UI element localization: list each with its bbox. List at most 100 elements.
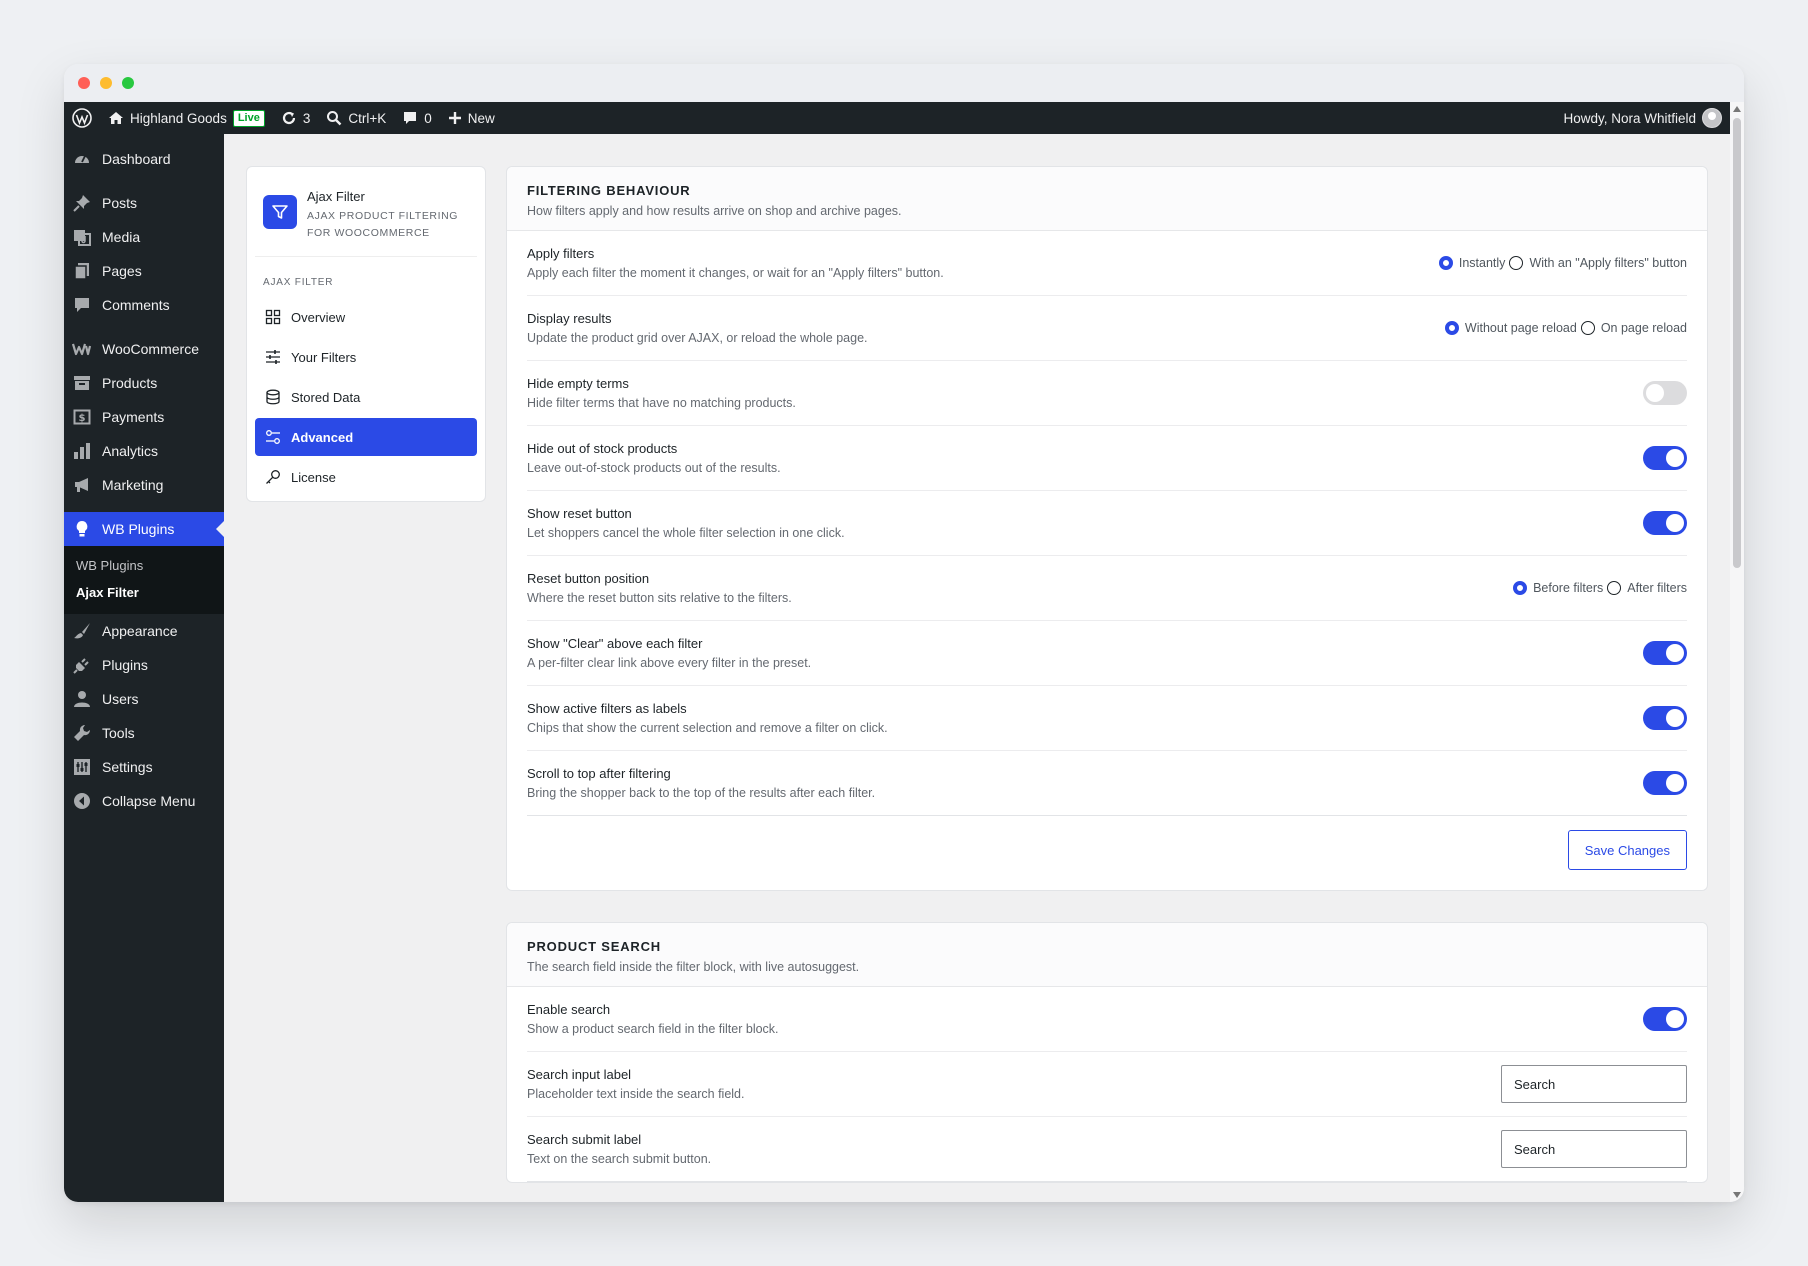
setting-show-reset-button: Show reset button Let shoppers cancel th… (527, 491, 1687, 556)
menu-appearance[interactable]: Appearance (64, 614, 224, 648)
page-scrollbar[interactable] (1730, 102, 1744, 1202)
nav-your-filters[interactable]: Your Filters (255, 338, 477, 376)
nav-license[interactable]: License (255, 458, 477, 496)
comments-count: 0 (424, 110, 432, 126)
wordpress-logo-icon[interactable] (64, 102, 100, 134)
active-filter-labels-toggle[interactable] (1643, 706, 1687, 730)
setting-search-submit-label: Search submit label Text on the search s… (527, 1117, 1687, 1182)
updates-count: 3 (302, 110, 311, 126)
display-results-radio-group: Without page reload On page reload (1444, 321, 1687, 335)
svg-text:$: $ (79, 413, 86, 424)
radio-instantly[interactable]: Instantly (1438, 256, 1505, 270)
search-card-desc: The search field inside the filter block… (527, 960, 860, 974)
hide-empty-terms-toggle[interactable] (1643, 381, 1687, 405)
updates-link[interactable]: 3 (273, 102, 319, 134)
nav-stored-data[interactable]: Stored Data (255, 378, 477, 416)
scroll-down-arrow[interactable] (1733, 1192, 1741, 1198)
nav-overview[interactable]: Overview (255, 298, 477, 336)
radio-after-filters[interactable]: After filters (1607, 581, 1687, 595)
setting-reset-position: Reset button position Where the reset bu… (527, 556, 1687, 621)
dollar-icon: $ (72, 407, 92, 427)
menu-dashboard[interactable]: Dashboard (64, 142, 224, 176)
site-name-link[interactable]: Highland Goods Live (100, 102, 273, 134)
sliders-icon (265, 349, 281, 365)
wrench-icon (72, 723, 92, 743)
search-card-title: PRODUCT SEARCH (527, 939, 661, 954)
advanced-settings-icon (265, 429, 281, 445)
filtering-card-header: FILTERING BEHAVIOUR How filters apply an… (507, 167, 1707, 231)
search-shortcut-link[interactable]: Ctrl+K (318, 102, 394, 134)
database-icon (265, 389, 281, 405)
plug-icon (72, 655, 92, 675)
setting-search-input-label: Search input label Placeholder text insi… (527, 1052, 1687, 1117)
show-clear-toggle[interactable] (1643, 641, 1687, 665)
scroll-up-arrow[interactable] (1733, 106, 1741, 112)
pages-icon (72, 261, 92, 281)
menu-woocommerce[interactable]: WooCommerce (64, 332, 224, 366)
browser-window: Highland Goods Live 3 Ctrl+K 0 New Howdy… (64, 64, 1744, 1202)
search-shortcut: Ctrl+K (348, 110, 387, 126)
product-search-card: PRODUCT SEARCH The search field inside t… (506, 922, 1708, 1183)
key-icon (265, 469, 281, 485)
hide-out-of-stock-toggle[interactable] (1643, 446, 1687, 470)
save-changes-button[interactable]: Save Changes (1567, 830, 1687, 870)
scrollbar-thumb[interactable] (1733, 118, 1741, 568)
admin-bar: Highland Goods Live 3 Ctrl+K 0 New Howdy… (64, 102, 1730, 134)
new-content-link[interactable]: New (440, 102, 503, 134)
menu-comments[interactable]: Comments (64, 288, 224, 322)
enable-search-toggle[interactable] (1643, 1007, 1687, 1031)
nav-advanced[interactable]: Advanced (255, 418, 477, 456)
howdy-text: Howdy, Nora Whitfield (1563, 110, 1696, 126)
radio-before-filters[interactable]: Before filters (1513, 581, 1603, 595)
search-icon (326, 110, 342, 126)
live-badge: Live (232, 109, 265, 127)
menu-settings[interactable]: Settings (64, 750, 224, 784)
menu-collapse[interactable]: Collapse Menu (64, 784, 224, 818)
close-window-button[interactable] (78, 77, 90, 89)
comments-link[interactable]: 0 (394, 102, 440, 134)
menu-products[interactable]: Products (64, 366, 224, 400)
comment-icon (402, 110, 418, 126)
show-reset-button-toggle[interactable] (1643, 511, 1687, 535)
paintbrush-icon (72, 621, 92, 641)
search-submit-label-field[interactable] (1501, 1130, 1687, 1168)
woocommerce-icon (72, 339, 92, 359)
user-icon (72, 689, 92, 709)
filtering-card-desc: How filters apply and how results arrive… (527, 204, 902, 218)
settings-sliders-icon (72, 757, 92, 777)
filtering-behaviour-card: FILTERING BEHAVIOUR How filters apply an… (506, 166, 1708, 891)
menu-pages[interactable]: Pages (64, 254, 224, 288)
submenu-wb-plugins[interactable]: WB Plugins (64, 552, 224, 579)
menu-tools[interactable]: Tools (64, 716, 224, 750)
radio-without-reload[interactable]: Without page reload (1444, 321, 1577, 335)
menu-media[interactable]: Media (64, 220, 224, 254)
menu-users[interactable]: Users (64, 682, 224, 716)
megaphone-icon (72, 475, 92, 495)
search-input-label-field[interactable] (1501, 1065, 1687, 1103)
maximize-window-button[interactable] (122, 77, 134, 89)
plus-icon (448, 111, 462, 125)
new-label: New (467, 110, 495, 126)
refresh-icon (281, 110, 297, 126)
submenu-ajax-filter[interactable]: Ajax Filter (64, 579, 224, 606)
menu-marketing[interactable]: Marketing (64, 468, 224, 502)
minimize-window-button[interactable] (100, 77, 112, 89)
setting-display-results: Display results Update the product grid … (527, 296, 1687, 361)
lightbulb-icon (72, 519, 92, 539)
plugin-header: Ajax Filter AJAX PRODUCT FILTERING FOR W… (255, 167, 477, 257)
menu-analytics[interactable]: Analytics (64, 434, 224, 468)
setting-enable-search: Enable search Show a product search fiel… (527, 987, 1687, 1052)
radio-apply-button[interactable]: With an "Apply filters" button (1509, 256, 1687, 270)
setting-active-filter-labels: Show active filters as labels Chips that… (527, 686, 1687, 751)
plugin-nav-section-label: AJAX FILTER (263, 277, 334, 288)
filter-logo-icon (263, 195, 297, 229)
menu-posts[interactable]: Posts (64, 186, 224, 220)
dashboard-icon (72, 149, 92, 169)
menu-payments[interactable]: $ Payments (64, 400, 224, 434)
menu-plugins[interactable]: Plugins (64, 648, 224, 682)
comments-icon (72, 295, 92, 315)
account-menu[interactable]: Howdy, Nora Whitfield (1555, 102, 1730, 134)
menu-wb-plugins[interactable]: WB Plugins (64, 512, 224, 546)
scroll-to-top-toggle[interactable] (1643, 771, 1687, 795)
radio-on-reload[interactable]: On page reload (1580, 321, 1687, 335)
